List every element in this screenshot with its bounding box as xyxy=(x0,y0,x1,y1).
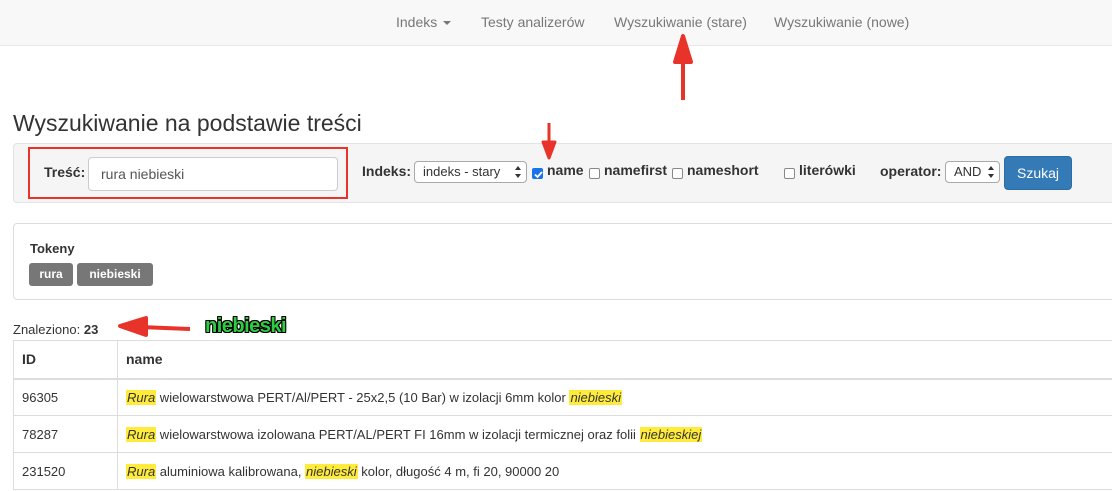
arrow-up-icon xyxy=(673,34,693,100)
arrow-down-icon xyxy=(541,123,557,160)
arrow-left-icon xyxy=(118,316,191,337)
annotation-arrows xyxy=(118,34,693,337)
